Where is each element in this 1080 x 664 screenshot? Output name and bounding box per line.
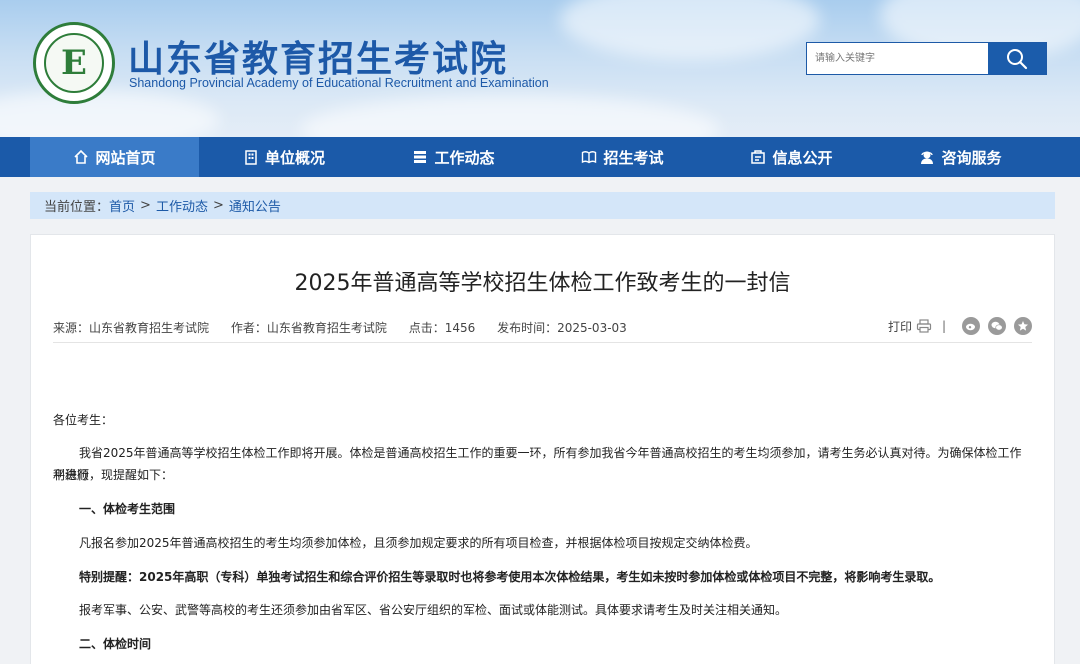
site-header: E 山东省教育招生考试院 Shandong Provincial Academy… — [0, 0, 1080, 137]
breadcrumb-link-news[interactable]: 工作动态 — [156, 196, 208, 215]
meta-clicks: 点击：1456 — [408, 321, 476, 335]
breadcrumb: 当前位置： 首页 > 工作动态 > 通知公告 — [30, 192, 1055, 219]
nav-item-label: 招生考试 — [603, 148, 664, 167]
section-heading-time: 二、体检时间 — [79, 637, 152, 651]
breadcrumb-link-home[interactable]: 首页 — [109, 196, 135, 215]
paragraph-special-notice: 特别提醒：2025年高职（专科）单独考试招生和综合评价招生等录取时也将参考使用本… — [79, 570, 941, 584]
site-title: 山东省教育招生考试院 — [128, 39, 509, 80]
nav-item-label: 信息公开 — [772, 148, 833, 167]
wechat-share-icon[interactable] — [988, 317, 1006, 335]
article-meta: 来源：山东省教育招生考试院 作者：山东省教育招生考试院 点击：1456 发布时间… — [53, 319, 645, 336]
user-service-icon — [921, 151, 934, 164]
news-icon — [414, 151, 427, 163]
logo-emblem: E — [44, 33, 104, 93]
meta-date: 发布时间：2025-03-03 — [497, 321, 627, 335]
greeting: 各位考生： — [53, 413, 114, 427]
intro-line-2: 利进行，现提醒如下： — [53, 468, 174, 482]
meta-source: 来源：山东省教育招生考试院 — [53, 321, 210, 335]
section-heading-scope: 一、体检考生范围 — [79, 502, 176, 516]
breadcrumb-link-notices[interactable]: 通知公告 — [229, 196, 281, 215]
meta-author: 作者：山东省教育招生考试院 — [230, 321, 387, 335]
nav-item-label: 咨询服务 — [941, 148, 1002, 167]
search-input[interactable] — [807, 43, 989, 74]
paragraph-military: 报考军事、公安、武警等高校的考生还须参加由省军区、省公安厅组织的军检、面试或体能… — [79, 603, 788, 617]
book-icon — [582, 151, 597, 164]
site-logo[interactable]: E — [33, 22, 115, 104]
nav-item-admission[interactable]: 招生考试 — [538, 137, 707, 177]
favorite-star-icon[interactable] — [1014, 317, 1032, 335]
paragraph-scope: 凡报名参加2025年普通高校招生的考生均须参加体检，且须参加规定要求的所有项目检… — [79, 536, 758, 550]
article-title: 2025年普通高等学校招生体检工作致考生的一封信 — [294, 271, 791, 296]
breadcrumb-separator: > — [212, 198, 224, 213]
site-subtitle: Shandong Provincial Academy of Education… — [129, 76, 549, 90]
article-panel: 2025年普通高等学校招生体检工作致考生的一封信 来源：山东省教育招生考试院 作… — [30, 234, 1055, 664]
breadcrumb-prefix: 当前位置： — [44, 200, 110, 215]
breadcrumb-separator: > — [140, 198, 151, 213]
meta-divider — [53, 342, 1032, 343]
building-icon — [245, 150, 257, 165]
info-box-icon — [751, 150, 766, 164]
nav-item-label: 网站首页 — [95, 148, 156, 167]
search-button[interactable] — [988, 43, 1046, 74]
nav-item-consult[interactable]: 咨询服务 — [876, 137, 1045, 177]
printer-icon[interactable] — [916, 319, 932, 333]
weibo-share-icon[interactable] — [962, 317, 980, 335]
tools-divider: | — [941, 319, 946, 333]
article-tools: 打印 | — [888, 317, 1032, 335]
home-icon — [74, 149, 89, 164]
nav-item-about[interactable]: 单位概况 — [199, 137, 369, 177]
nav-item-label: 单位概况 — [264, 148, 325, 167]
print-label[interactable]: 打印 — [888, 318, 912, 335]
nav-item-news[interactable]: 工作动态 — [369, 137, 538, 177]
nav-item-label: 工作动态 — [434, 148, 495, 167]
main-nav: 网站首页 单位概况 工作动态 招生考试 信息公开 咨询服务 — [0, 137, 1080, 177]
search-icon — [1007, 48, 1028, 69]
search-box — [806, 42, 1047, 75]
nav-item-disclosure[interactable]: 信息公开 — [707, 137, 876, 177]
nav-item-home[interactable]: 网站首页 — [30, 137, 199, 177]
